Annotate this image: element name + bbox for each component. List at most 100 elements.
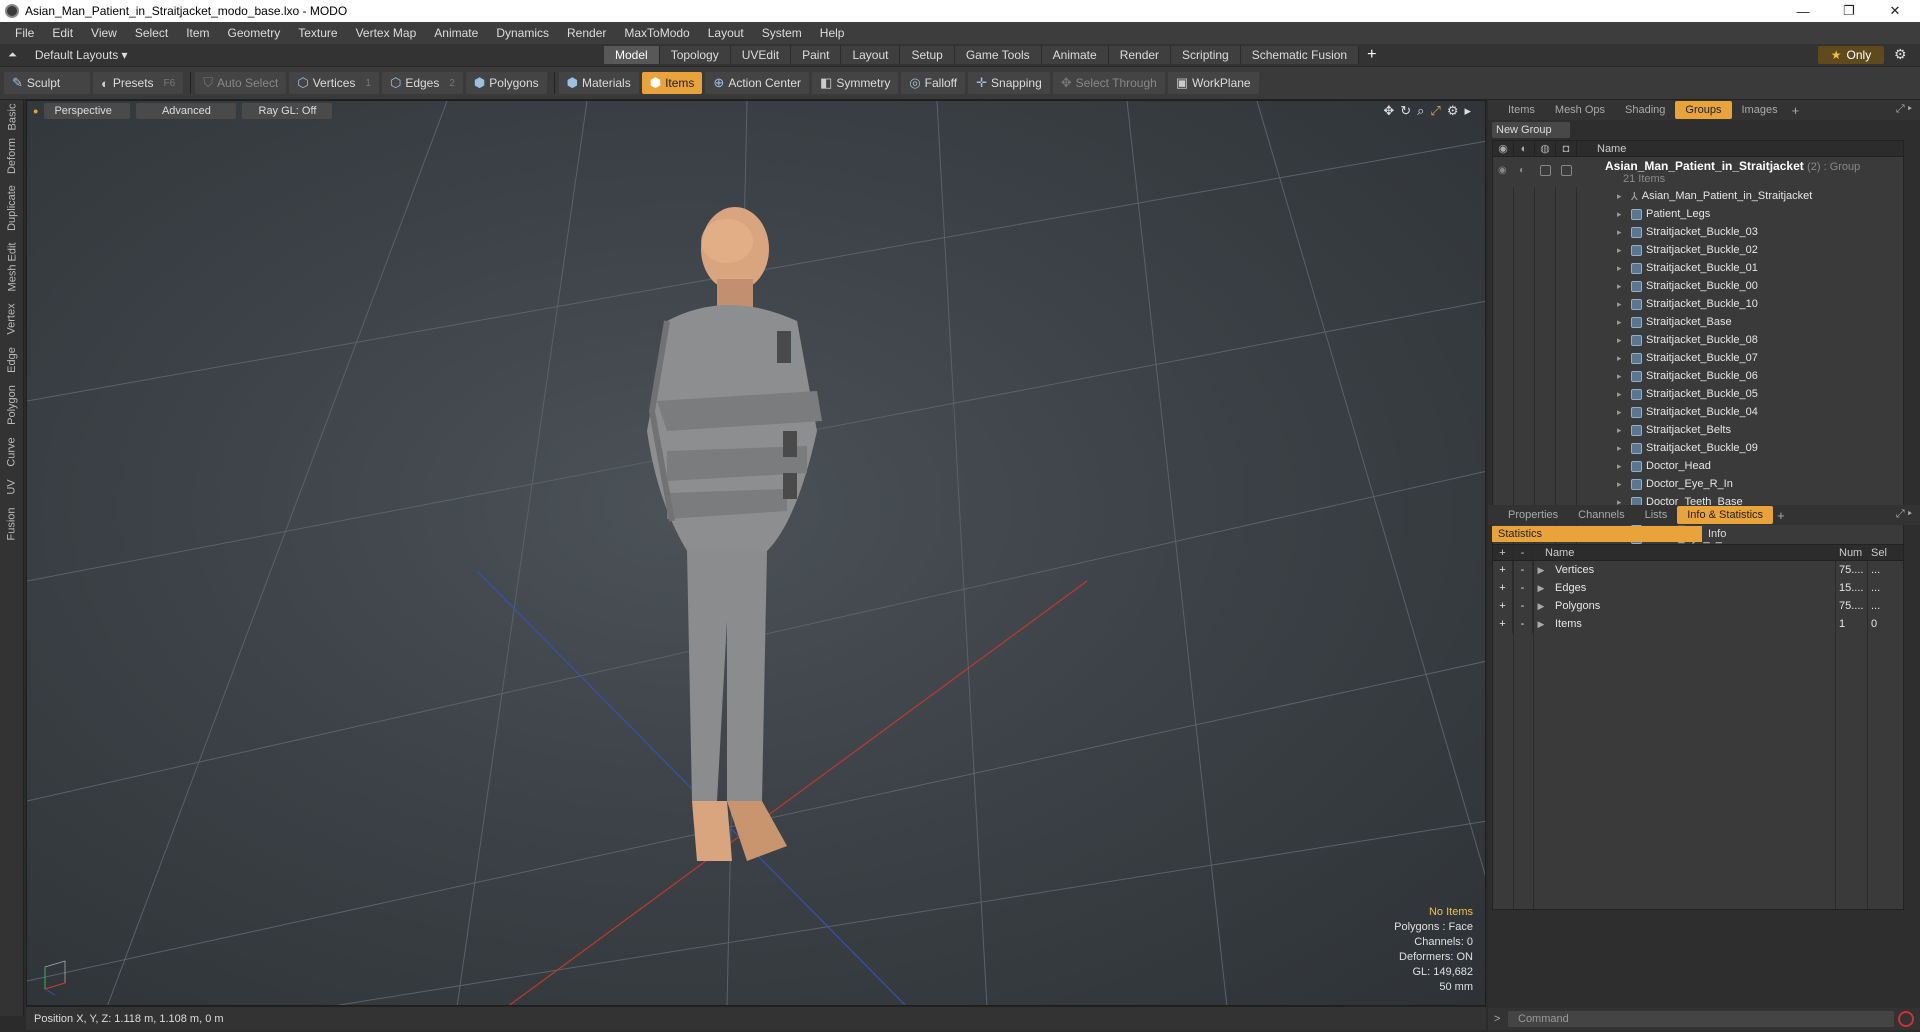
shading-dropdown[interactable]: Advanced	[136, 103, 237, 119]
group-item-row[interactable]: ▸ Doctor_Head	[1493, 457, 1903, 475]
maximize-button[interactable]: ❐	[1826, 0, 1872, 22]
expand-arrow-icon[interactable]: ▸	[1617, 263, 1627, 274]
workplane-button[interactable]: ▣ WorkPlane	[1167, 72, 1259, 94]
expand-all-button[interactable]: +	[1493, 545, 1513, 560]
tab-info-statistics[interactable]: Info & Statistics	[1677, 506, 1774, 524]
group-item-row[interactable]: ▸ Straitjacket_Buckle_06	[1493, 367, 1903, 385]
collapse-all-button[interactable]: -	[1513, 545, 1533, 560]
group-item-row[interactable]: ▸ Straitjacket_Buckle_10	[1493, 295, 1903, 313]
record-icon[interactable]	[1898, 1011, 1914, 1027]
minimize-button[interactable]: —	[1780, 0, 1826, 22]
group-item-row[interactable]: ▸ Straitjacket_Buckle_01	[1493, 259, 1903, 277]
vertices-button[interactable]: ⬡ Vertices 1	[289, 72, 379, 94]
group-item-row[interactable]: ▸ Straitjacket_Buckle_05	[1493, 385, 1903, 403]
add-to-selection-button[interactable]: +	[1493, 561, 1513, 579]
add-to-selection-button[interactable]: +	[1493, 597, 1513, 615]
expand-arrow-icon[interactable]: ▶	[1533, 583, 1549, 594]
group-item-row[interactable]: ▸ Straitjacket_Buckle_09	[1493, 439, 1903, 457]
tab-topology[interactable]: Topology	[659, 46, 731, 64]
auto-select-button[interactable]: ⛉ Auto Select	[195, 72, 287, 94]
raygl-toggle[interactable]: Ray GL: Off	[242, 103, 333, 119]
expand-arrow-icon[interactable]: ▸	[1617, 335, 1627, 346]
presets-button[interactable]: ◐ Presets F6	[93, 72, 184, 94]
tab-model[interactable]: Model	[604, 46, 660, 64]
tab-properties[interactable]: Properties	[1498, 506, 1568, 524]
expand-arrow-icon[interactable]: ▸	[1617, 371, 1627, 382]
tab-scripting[interactable]: Scripting	[1171, 46, 1241, 64]
expand-arrow-icon[interactable]: ▸	[1617, 389, 1627, 400]
tab-channels[interactable]: Channels	[1568, 506, 1634, 524]
tab-setup[interactable]: Setup	[900, 46, 955, 64]
group-item-row[interactable]: ▸ Straitjacket_Buckle_07	[1493, 349, 1903, 367]
symmetry-button[interactable]: ◧ Symmetry	[812, 72, 899, 94]
remove-from-selection-button[interactable]: -	[1513, 561, 1533, 579]
expand-arrow-icon[interactable]: ▸	[1617, 443, 1627, 454]
edges-button[interactable]: ⬡ Edges 2	[381, 72, 463, 94]
expand-arrow-icon[interactable]: ▸	[1617, 353, 1627, 364]
group-item-row[interactable]: ▸ Straitjacket_Base	[1493, 313, 1903, 331]
view-mode-dropdown[interactable]: Perspective	[44, 103, 131, 119]
menu-help[interactable]: Help	[811, 22, 854, 44]
menu-animate[interactable]: Animate	[425, 22, 487, 44]
viewport-gear-icon[interactable]: ⚙	[1447, 103, 1459, 119]
menu-layout[interactable]: Layout	[699, 22, 753, 44]
left-tab-deform[interactable]: Deform	[0, 136, 24, 176]
add-to-selection-button[interactable]: +	[1493, 615, 1513, 633]
statistics-row[interactable]: + - ▶ Items 1 0	[1493, 615, 1903, 633]
add-panel-tab-button[interactable]: +	[1792, 103, 1800, 118]
fit-icon[interactable]: ⤢	[1430, 103, 1440, 119]
panel-expand-icon[interactable]: ⤢ ▸	[1896, 508, 1912, 521]
statistics-row[interactable]: + - ▶ Polygons 75.......	[1493, 597, 1903, 615]
group-row[interactable]: ◉ ◐ Asian_Man_Patient_in_Straitjacket (2…	[1493, 157, 1903, 187]
expand-arrow-icon[interactable]: ▸	[1617, 281, 1627, 292]
group-item-row[interactable]: ▸ ⅄ Asian_Man_Patient_in_Straitjacket	[1493, 187, 1903, 205]
panel-expand-icon[interactable]: ⤢ ▸	[1896, 103, 1912, 116]
gear-icon[interactable]: ⚙	[1894, 46, 1907, 63]
left-tab-edge[interactable]: Edge	[0, 344, 24, 376]
remove-from-selection-button[interactable]: -	[1513, 579, 1533, 597]
left-tab-mesh-edit[interactable]: Mesh Edit	[0, 240, 24, 294]
group-select-checkbox[interactable]	[1561, 165, 1572, 176]
sculpt-button[interactable]: ✎ Sculpt	[4, 72, 90, 94]
add-tab-button[interactable]: +	[1367, 46, 1376, 64]
command-input[interactable]: Command	[1508, 1011, 1894, 1027]
expand-arrow-icon[interactable]: ▸	[1617, 317, 1627, 328]
snapping-button[interactable]: ✛ Snapping	[968, 72, 1050, 94]
tab-mesh-ops[interactable]: Mesh Ops	[1545, 101, 1615, 119]
expand-arrow-icon[interactable]: ▸	[1617, 479, 1627, 490]
group-item-row[interactable]: ▸ Straitjacket_Buckle_00	[1493, 277, 1903, 295]
materials-button[interactable]: ⬢ Materials	[558, 72, 639, 94]
3d-viewport[interactable]: ● Perspective Advanced Ray GL: Off ✥ ↻ ⌕…	[26, 100, 1486, 1006]
tab-render[interactable]: Render	[1108, 46, 1172, 64]
subtab-statistics[interactable]: Statistics	[1492, 526, 1702, 542]
left-tab-uv[interactable]: UV	[0, 476, 24, 498]
new-group-button[interactable]: New Group	[1492, 122, 1570, 138]
tab-lists[interactable]: Lists	[1635, 506, 1678, 524]
polygons-button[interactable]: ⬢ Polygons	[465, 72, 547, 94]
menu-item[interactable]: Item	[177, 22, 218, 44]
menu-dynamics[interactable]: Dynamics	[487, 22, 558, 44]
statistics-row[interactable]: + - ▶ Edges 15.......	[1493, 579, 1903, 597]
tab-paint[interactable]: Paint	[791, 46, 842, 64]
items-button[interactable]: ⬢ Items	[641, 72, 703, 94]
group-lock-icon[interactable]: ◐	[1519, 165, 1530, 176]
menu-view[interactable]: View	[82, 22, 126, 44]
group-item-row[interactable]: ▸ Straitjacket_Belts	[1493, 421, 1903, 439]
tab-items[interactable]: Items	[1498, 101, 1545, 119]
expand-arrow-icon[interactable]: ▸	[1617, 425, 1627, 436]
tab-schematic-fusion[interactable]: Schematic Fusion	[1240, 46, 1360, 64]
expand-arrow-icon[interactable]: ▸	[1617, 209, 1627, 220]
expand-arrow-icon[interactable]: ▶	[1533, 601, 1549, 612]
expand-arrow-icon[interactable]: ▸	[1617, 191, 1627, 202]
left-tab-basic[interactable]: Basic	[0, 102, 24, 132]
menu-system[interactable]: System	[753, 22, 811, 44]
group-item-row[interactable]: ▸ Straitjacket_Buckle_02	[1493, 241, 1903, 259]
rotate-icon[interactable]: ↻	[1400, 103, 1411, 119]
menu-maxtomodo[interactable]: MaxToModo	[615, 22, 698, 44]
only-toggle[interactable]: ★ Only	[1818, 46, 1884, 64]
falloff-button[interactable]: ◎ Falloff	[901, 72, 966, 94]
layout-expand-icon[interactable]: ⏶	[8, 49, 17, 62]
tab-shading[interactable]: Shading	[1615, 101, 1675, 119]
zoom-icon[interactable]: ⌕	[1417, 103, 1424, 119]
menu-select[interactable]: Select	[126, 22, 177, 44]
